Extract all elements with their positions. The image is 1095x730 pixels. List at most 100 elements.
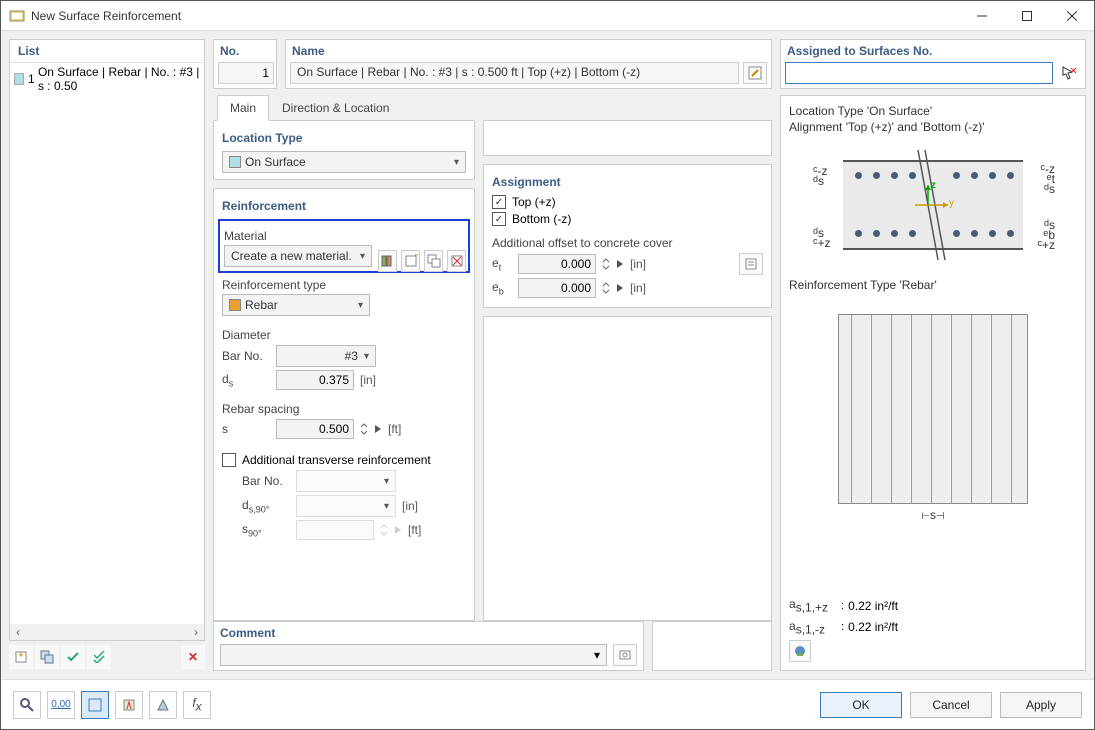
s-dimension-label: ⊢s⊣ — [838, 508, 1028, 522]
rebar-swatch-icon — [229, 299, 241, 311]
tab-direction-location[interactable]: Direction & Location — [269, 95, 402, 121]
comment-extra-button[interactable] — [613, 644, 637, 666]
location-type-combo[interactable]: On Surface ▾ — [222, 151, 466, 173]
svg-text:*: * — [19, 650, 24, 664]
new-item-button[interactable]: * — [9, 645, 33, 669]
trans-s-input — [296, 520, 374, 540]
spinner-icon[interactable] — [602, 281, 610, 295]
ds-input[interactable]: 0.375 — [276, 370, 354, 390]
number-panel: No. — [213, 39, 277, 89]
name-input[interactable]: On Surface | Rebar | No. : #3 | s : 0.50… — [290, 62, 739, 84]
result-as-bottom: as,1,-z: 0.22 in²/ft — [789, 619, 1077, 636]
chevron-down-icon: ▾ — [364, 351, 369, 362]
transverse-checkbox[interactable] — [222, 453, 236, 467]
units-button[interactable]: 0,00 — [47, 691, 75, 719]
bottom-label: Bottom (-z) — [512, 212, 571, 226]
apply-button[interactable]: Apply — [1000, 692, 1082, 718]
s-unit: [ft] — [388, 422, 401, 436]
material-library-button[interactable] — [378, 250, 397, 272]
preview-alignment-title: Alignment 'Top (+z)' and 'Bottom (-z)' — [789, 120, 1077, 134]
empty-panel-mid — [483, 316, 772, 621]
list-panel: List 1 On Surface | Rebar | No. : #3 | s… — [9, 39, 205, 671]
et-label: et — [492, 256, 512, 272]
bar-no-combo[interactable]: #3 ▾ — [276, 345, 376, 367]
top-checkbox[interactable] — [492, 195, 506, 209]
check-item-button[interactable] — [61, 645, 85, 669]
delete-item-button[interactable]: ✕ — [181, 645, 205, 669]
assigned-input[interactable] — [785, 62, 1053, 84]
play-icon[interactable] — [374, 424, 382, 434]
number-header: No. — [214, 40, 276, 62]
offset-label: Additional offset to concrete cover — [492, 236, 763, 250]
chevron-down-icon: ▾ — [594, 648, 600, 662]
empty-panel-top — [483, 120, 772, 156]
trans-bar-no-label: Bar No. — [242, 474, 290, 488]
list-header: List — [10, 40, 204, 63]
scroll-right-icon[interactable]: › — [188, 625, 204, 639]
tool-fx-button[interactable]: fx — [183, 691, 211, 719]
close-button[interactable] — [1049, 1, 1094, 31]
play-icon[interactable] — [616, 283, 624, 293]
eb-label: eb — [492, 280, 512, 296]
assignment-title: Assignment — [492, 175, 763, 189]
preview-info-button[interactable] — [789, 640, 811, 662]
reinforcement-type-combo[interactable]: Rebar ▾ — [222, 294, 370, 316]
tool-b-button[interactable] — [149, 691, 177, 719]
item-swatch-icon — [14, 73, 24, 85]
spinner-icon[interactable] — [602, 257, 610, 271]
window-title: New Surface Reinforcement — [31, 9, 959, 23]
transverse-label: Additional transverse reinforcement — [242, 453, 431, 467]
reinforcement-panel: Reinforcement Material Create a new mate… — [213, 188, 475, 621]
location-type-panel: Location Type On Surface ▾ — [213, 120, 475, 180]
cancel-button[interactable]: Cancel — [910, 692, 992, 718]
trans-ds-combo: ▾ — [296, 495, 396, 517]
delete-icon: ✕ — [188, 650, 198, 664]
diameter-label: Diameter — [222, 328, 466, 342]
spinner-icon[interactable] — [360, 422, 368, 436]
trans-bar-no-combo: ▾ — [296, 470, 396, 492]
view-toggle-button[interactable] — [81, 691, 109, 719]
pick-surface-button[interactable] — [1057, 62, 1081, 84]
preview-location-title: Location Type 'On Surface' — [789, 104, 1077, 118]
number-input[interactable] — [218, 62, 274, 84]
material-delete-button[interactable] — [447, 250, 466, 272]
maximize-button[interactable] — [1004, 1, 1049, 31]
material-new-button[interactable]: * — [401, 250, 420, 272]
location-type-title: Location Type — [222, 131, 466, 145]
assigned-panel: Assigned to Surfaces No. — [780, 39, 1086, 89]
preview-panel: Location Type 'On Surface' Alignment 'To… — [780, 95, 1086, 671]
eb-unit: [in] — [630, 281, 646, 295]
svg-text:*: * — [414, 254, 418, 263]
tab-main[interactable]: Main — [217, 95, 269, 121]
minimize-button[interactable] — [959, 1, 1004, 31]
et-extra-button[interactable] — [739, 253, 763, 275]
material-copy-button[interactable] — [424, 250, 443, 272]
comment-combo[interactable]: ▾ — [220, 644, 607, 666]
et-input[interactable]: 0.000 — [518, 254, 596, 274]
app-icon — [9, 8, 25, 24]
eb-input[interactable]: 0.000 — [518, 278, 596, 298]
material-combo[interactable]: Create a new material. ▾ — [224, 245, 372, 267]
s-input[interactable]: 0.500 — [276, 419, 354, 439]
chevron-down-icon: ▾ — [454, 157, 459, 168]
material-label: Material — [224, 229, 464, 243]
assigned-header: Assigned to Surfaces No. — [781, 40, 1085, 62]
empty-panel-comment-right — [652, 621, 772, 671]
spinner-icon — [380, 523, 388, 537]
bottom-checkbox[interactable] — [492, 212, 506, 226]
name-edit-button[interactable] — [743, 62, 767, 84]
ok-button[interactable]: OK — [820, 692, 902, 718]
list-item[interactable]: 1 On Surface | Rebar | No. : #3 | s : 0.… — [10, 63, 204, 95]
help-button[interactable] — [13, 691, 41, 719]
ds-unit: [in] — [360, 373, 376, 387]
scroll-left-icon[interactable]: ‹ — [10, 625, 26, 639]
check2-item-button[interactable] — [87, 645, 111, 669]
s-label: s — [222, 422, 270, 436]
comment-title: Comment — [220, 626, 637, 640]
play-icon[interactable] — [616, 259, 624, 269]
tool-a-button[interactable] — [115, 691, 143, 719]
rebar-spacing-label: Rebar spacing — [222, 402, 466, 416]
horizontal-scrollbar[interactable]: ‹ › — [10, 624, 204, 640]
chevron-down-icon: ▾ — [358, 300, 363, 311]
copy-item-button[interactable] — [35, 645, 59, 669]
